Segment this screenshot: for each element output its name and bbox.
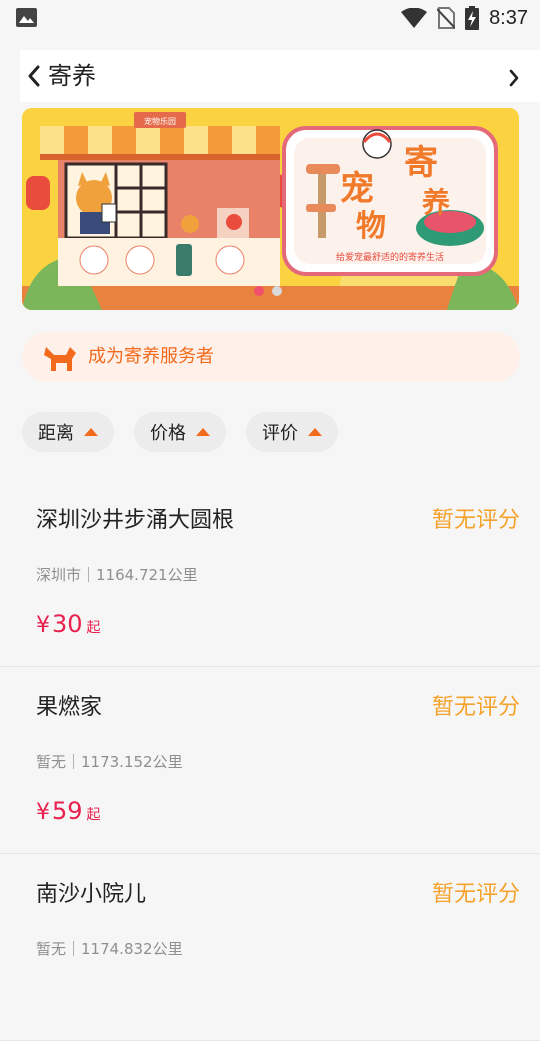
listing-price: ¥ 30 起 — [36, 610, 101, 638]
listing-rating: 暂无评分 — [431, 882, 520, 907]
become-provider-button[interactable]: 成为寄养服务者 — [22, 332, 520, 382]
banner-illustration: 宠物乐园 寄 养 宠 物 给爱宠最舒适的的寄养生活 — [22, 108, 519, 310]
no-sim-icon — [437, 7, 456, 29]
page-title: 寄养 — [48, 62, 96, 90]
headline-char-3: 宠 — [340, 169, 374, 209]
back-chevron-icon[interactable] — [26, 64, 42, 88]
battery-charging-icon — [465, 6, 480, 30]
nav-bar: 寄养 — [20, 50, 540, 102]
listing-name: 深圳沙井步涌大圆根 — [36, 508, 235, 533]
sort-filters: 距离 价格 评价 — [22, 412, 338, 452]
become-provider-label: 成为寄养服务者 — [88, 346, 214, 367]
listing-price: ¥ 59 起 — [36, 797, 101, 825]
sort-price-chip[interactable]: 价格 — [134, 412, 226, 452]
listing-location-distance: 深圳市｜1164.721公里 — [36, 566, 198, 584]
listing-name: 南沙小院儿 — [36, 882, 147, 907]
list-item[interactable]: 南沙小院儿 暂无评分 暂无｜1174.832公里 — [0, 854, 540, 1041]
headline-char-4: 物 — [356, 209, 386, 244]
listing-rating: 暂无评分 — [431, 695, 520, 720]
carousel-dot-active[interactable] — [254, 286, 264, 296]
price-value: 59 — [52, 797, 83, 825]
shop-sign-text: 宠物乐园 — [144, 116, 176, 126]
dog-icon — [44, 347, 76, 371]
sort-distance-label: 距离 — [38, 423, 74, 444]
wifi-icon — [401, 8, 428, 28]
sort-arrow-up-icon — [84, 428, 98, 436]
listing-location-distance: 暂无｜1174.832公里 — [36, 940, 183, 958]
banner-slogan: 给爱宠最舒适的的寄养生活 — [336, 251, 444, 263]
list-item[interactable]: 果燃家 暂无评分 暂无｜1173.152公里 ¥ 59 起 — [0, 667, 540, 854]
listing-location-distance: 暂无｜1173.152公里 — [36, 753, 183, 771]
carousel-dot[interactable] — [272, 286, 282, 296]
sort-rating-chip[interactable]: 评价 — [246, 412, 338, 452]
forward-chevron-icon[interactable] — [508, 68, 520, 88]
price-suffix: 起 — [86, 620, 101, 636]
price-currency: ¥ — [36, 613, 50, 638]
list-item[interactable]: 深圳沙井步涌大圆根 暂无评分 深圳市｜1164.721公里 ¥ 30 起 — [0, 480, 540, 667]
headline-char-2: 养 — [422, 186, 450, 219]
price-suffix: 起 — [86, 807, 101, 823]
carousel-indicator — [254, 286, 282, 296]
sort-arrow-up-icon — [308, 428, 322, 436]
sort-price-label: 价格 — [150, 423, 186, 444]
sort-distance-chip[interactable]: 距离 — [22, 412, 114, 452]
status-bar: 8:37 — [0, 0, 540, 36]
image-notification-icon — [16, 8, 37, 27]
headline-char-1: 寄 — [404, 143, 438, 183]
sort-rating-label: 评价 — [262, 423, 298, 444]
price-currency: ¥ — [36, 800, 50, 825]
listing-name: 果燃家 — [36, 695, 103, 720]
promo-banner[interactable]: 宠物乐园 寄 养 宠 物 给爱宠最舒适的的寄养生活 — [22, 108, 519, 310]
sort-arrow-up-icon — [196, 428, 210, 436]
status-time: 8:37 — [489, 6, 528, 29]
boarding-list: 深圳沙井步涌大圆根 暂无评分 深圳市｜1164.721公里 ¥ 30 起 果燃家… — [0, 480, 540, 1041]
listing-rating: 暂无评分 — [431, 508, 520, 533]
price-value: 30 — [52, 610, 83, 638]
